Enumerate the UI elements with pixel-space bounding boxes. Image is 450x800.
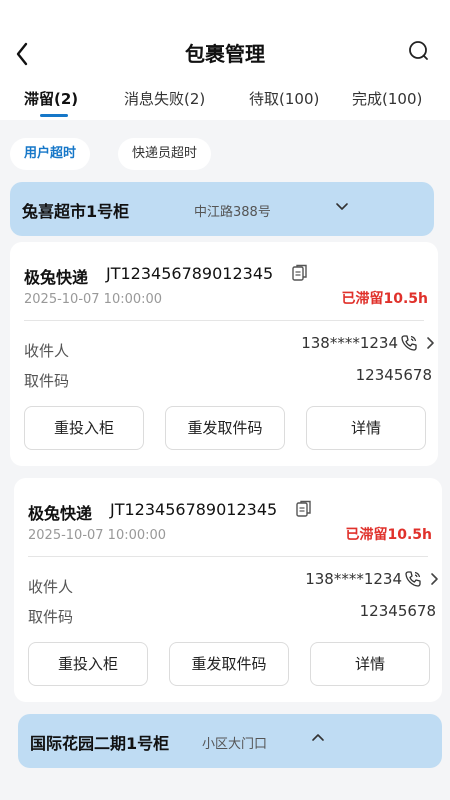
tab-pending-pickup[interactable]: 待取(100): [249, 88, 319, 109]
tracking-number: JT123456789012345: [110, 500, 278, 519]
locker-group-header[interactable]: 兔喜超市1号柜 中江路388号: [10, 182, 434, 236]
locker-group-header[interactable]: 国际花园二期1号柜 小区大门口: [18, 714, 442, 768]
filter-user-timeout[interactable]: 用户超时: [10, 138, 91, 170]
search-icon: [409, 41, 428, 60]
filter-row: 用户超时 快递员超时: [0, 134, 450, 174]
overdue-status: 已滞留10.5h: [341, 291, 428, 307]
divider: [24, 320, 424, 321]
pickup-code: 12345678: [359, 602, 436, 620]
tracking-number: JT123456789012345: [106, 264, 274, 283]
locker-address: 小区大门口: [202, 737, 268, 752]
reinsert-locker-button[interactable]: 重投入柜: [24, 406, 144, 450]
top-bar: 包裹管理 滞留(2) 消息失败(2) 待取(100) 完成(100): [0, 0, 450, 120]
reinsert-locker-button[interactable]: 重投入柜: [28, 642, 148, 686]
chevron-up-icon: [312, 734, 324, 741]
divider: [28, 556, 428, 557]
courier-name: 极兔快递: [28, 504, 93, 523]
copy-icon[interactable]: [296, 500, 312, 518]
page-title: 包裹管理: [185, 42, 265, 66]
pickup-code-label: 取件码: [24, 372, 70, 390]
pickup-code-label: 取件码: [28, 608, 74, 626]
search-button[interactable]: [406, 38, 432, 64]
chevron-right-icon[interactable]: [424, 335, 436, 351]
recipient-phone: 138****1234: [301, 334, 398, 352]
filter-courier-timeout[interactable]: 快递员超时: [118, 138, 212, 170]
chevron-down-icon: [336, 203, 348, 210]
details-button[interactable]: 详情: [306, 406, 426, 450]
details-button[interactable]: 详情: [310, 642, 430, 686]
locker-address: 中江路388号: [194, 205, 271, 220]
phone-icon[interactable]: [400, 334, 418, 352]
resend-code-button[interactable]: 重发取件码: [169, 642, 289, 686]
locker-name: 国际花园二期1号柜: [30, 734, 170, 753]
package-card: 极兔快递 JT123456789012345 2025-10-07 10:00:…: [14, 478, 442, 702]
stored-time: 2025-10-07 10:00:00: [28, 528, 167, 543]
tab-message-failed[interactable]: 消息失败(2): [124, 88, 205, 109]
pickup-code: 12345678: [355, 366, 432, 384]
locker-name: 兔喜超市1号柜: [22, 202, 130, 221]
copy-icon[interactable]: [292, 264, 308, 282]
tab-stranded[interactable]: 滞留(2): [24, 88, 78, 109]
stored-time: 2025-10-07 10:00:00: [24, 292, 163, 307]
chevron-right-icon[interactable]: [428, 571, 440, 587]
recipient-label: 收件人: [28, 578, 74, 596]
recipient-phone: 138****1234: [305, 570, 402, 588]
recipient-label: 收件人: [24, 342, 70, 360]
package-card: 极兔快递 JT123456789012345 2025-10-07 10:00:…: [10, 242, 438, 466]
active-tab-indicator: [40, 114, 68, 117]
courier-name: 极兔快递: [24, 268, 89, 287]
resend-code-button[interactable]: 重发取件码: [165, 406, 285, 450]
tab-completed[interactable]: 完成(100): [352, 88, 422, 109]
phone-icon[interactable]: [404, 570, 422, 588]
overdue-status: 已滞留10.5h: [345, 527, 432, 543]
